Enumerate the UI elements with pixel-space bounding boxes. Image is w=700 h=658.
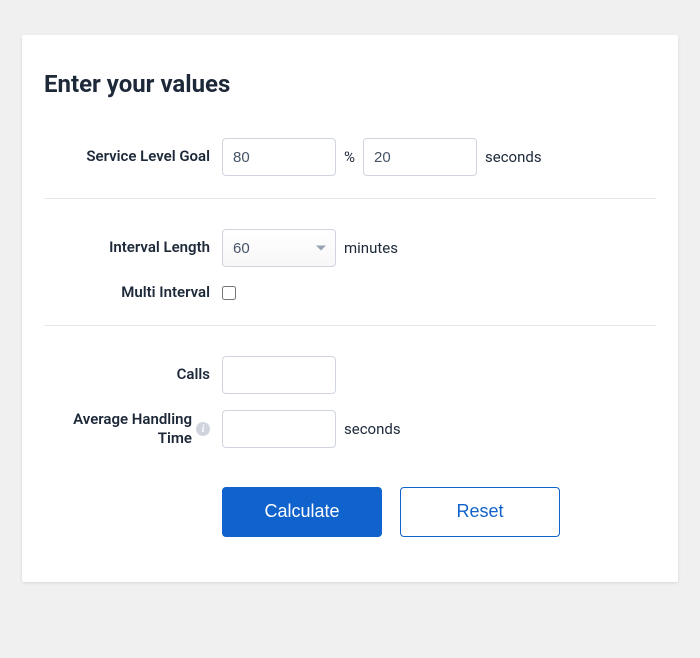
calls-label: Calls xyxy=(44,365,222,385)
page-title: Enter your values xyxy=(44,70,656,98)
service-level-goal-row: Service Level Goal % seconds xyxy=(44,138,656,176)
interval-length-label: Interval Length xyxy=(44,238,222,258)
avg-handling-time-row: Average Handling Time i seconds xyxy=(44,410,656,449)
calls-row: Calls xyxy=(44,356,656,394)
multi-interval-label: Multi Interval xyxy=(44,283,222,303)
multi-interval-row: Multi Interval xyxy=(44,283,656,303)
multi-interval-checkbox[interactable] xyxy=(222,286,236,300)
interval-length-select-wrap: 60 xyxy=(222,229,336,267)
calls-input[interactable] xyxy=(222,356,336,394)
avg-handling-time-label-wrap: Average Handling Time i xyxy=(44,410,222,449)
service-level-goal-label: Service Level Goal xyxy=(44,147,222,167)
avg-handling-time-label: Average Handling Time xyxy=(44,410,192,449)
interval-length-select[interactable]: 60 xyxy=(222,229,336,267)
interval-length-unit: minutes xyxy=(344,239,398,257)
avg-handling-time-unit: seconds xyxy=(344,420,401,438)
form-card: Enter your values Service Level Goal % s… xyxy=(22,35,678,582)
calculate-button[interactable]: Calculate xyxy=(222,487,382,537)
reset-button[interactable]: Reset xyxy=(400,487,560,537)
avg-handling-time-input[interactable] xyxy=(222,410,336,448)
service-level-seconds-unit: seconds xyxy=(485,148,542,166)
percent-symbol: % xyxy=(344,148,355,166)
service-level-percent-input[interactable] xyxy=(222,138,336,176)
service-level-seconds-input[interactable] xyxy=(363,138,477,176)
info-icon[interactable]: i xyxy=(196,422,210,436)
divider xyxy=(44,325,656,326)
divider xyxy=(44,198,656,199)
interval-length-row: Interval Length 60 minutes xyxy=(44,229,656,267)
button-row: Calculate Reset xyxy=(222,487,656,537)
